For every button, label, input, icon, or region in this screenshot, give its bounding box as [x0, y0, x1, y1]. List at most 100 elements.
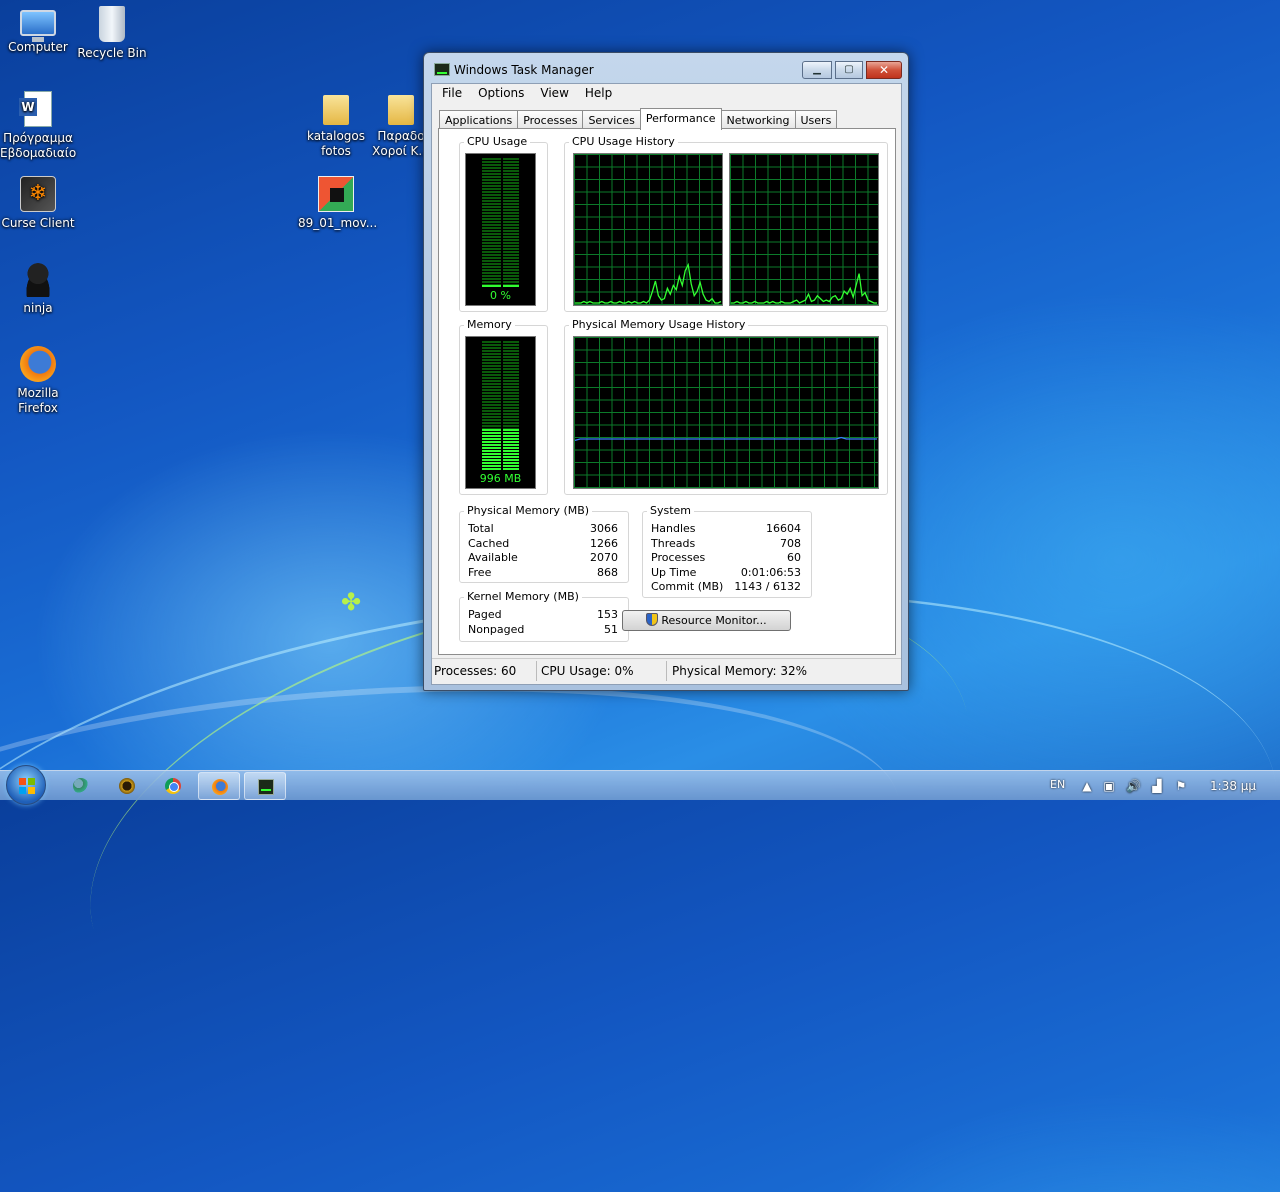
- desktop-icon-label: Curse Client: [1, 216, 75, 230]
- computer-icon: [20, 10, 56, 42]
- taskbar-app-people[interactable]: [60, 772, 102, 800]
- cpu-history-core1-graph: [573, 153, 723, 306]
- title-bar[interactable]: Windows Task Manager ▁ ▢ ✕: [424, 53, 908, 83]
- clock[interactable]: 1:38 μμ: [1210, 779, 1256, 793]
- cpu-history-core2-graph: [729, 153, 879, 306]
- status-divider: [536, 661, 537, 681]
- stat-value: 153: [597, 608, 618, 621]
- desktop-icon-label: 89_01_mov...: [298, 216, 378, 230]
- stat-row: Processes 60: [651, 551, 801, 565]
- tab-performance[interactable]: Performance: [639, 108, 722, 130]
- stat-row: Free 868: [468, 566, 618, 580]
- status-divider: [666, 661, 667, 681]
- windows-logo-icon: [19, 778, 35, 794]
- task-manager-window[interactable]: Windows Task Manager ▁ ▢ ✕ File Options …: [423, 52, 909, 691]
- memory-history-graph: [573, 336, 879, 489]
- stat-value: 868: [597, 566, 618, 579]
- tab-processes[interactable]: Processes: [517, 110, 584, 129]
- language-indicator[interactable]: EN: [1050, 778, 1065, 791]
- memory-history-svg: [574, 436, 877, 442]
- tab-users[interactable]: Users: [794, 110, 838, 129]
- cpu-usage-label: CPU Usage: [464, 135, 531, 149]
- wow-icon: [119, 778, 135, 794]
- desktop-icon-document[interactable]: Πρόγραμμα Εβδομαδιαίο: [0, 91, 76, 161]
- stat-key: Paged: [468, 608, 502, 621]
- stat-value: 0:01:06:53: [740, 566, 801, 579]
- performance-panel: CPU Usage 0 % CPU Usage History Memory 9…: [438, 128, 896, 655]
- desktop-icon-ninja[interactable]: ninja: [0, 261, 76, 316]
- ninja-icon: [20, 261, 56, 297]
- memory-meter-bars: [482, 341, 519, 471]
- chrome-icon: [165, 778, 181, 794]
- stat-row: Cached 1266: [468, 537, 618, 551]
- stat-value: 3066: [590, 522, 618, 535]
- memory-history-label: Physical Memory Usage History: [569, 318, 749, 332]
- desktop-icon-recycle-bin[interactable]: Recycle Bin: [74, 6, 150, 61]
- desktop-icon-curse-client[interactable]: Curse Client: [0, 176, 76, 231]
- volume-icon[interactable]: 🔊: [1126, 779, 1141, 793]
- memory-group: Memory 996 MB: [459, 318, 548, 495]
- desktop-icon-firefox[interactable]: Mozilla Firefox: [0, 346, 76, 416]
- task-manager-icon: [434, 63, 450, 76]
- desktop-icon-label: Πρόγραμμα Εβδομαδιαίο: [0, 131, 77, 160]
- task-manager-icon: [258, 779, 274, 795]
- resource-monitor-button[interactable]: Resource Monitor...: [622, 610, 791, 631]
- stat-key: Total: [468, 522, 494, 535]
- stat-key: Commit (MB): [651, 580, 724, 593]
- desktop-icon-computer[interactable]: Computer: [0, 6, 76, 55]
- cpu-meter-fill: [482, 285, 519, 287]
- memory-meter: 996 MB: [465, 336, 536, 489]
- stat-value: 51: [604, 623, 618, 636]
- status-bar: Processes: 60 CPU Usage: 0% Physical Mem…: [432, 658, 901, 684]
- taskbar-app-chrome[interactable]: [152, 772, 194, 800]
- recycle-bin-icon: [99, 6, 125, 42]
- close-button[interactable]: ✕: [866, 61, 902, 79]
- taskbar-app-firefox[interactable]: [198, 772, 240, 800]
- curse-client-icon: [20, 176, 56, 212]
- signal-icon[interactable]: ▟: [1150, 779, 1164, 793]
- memory-value: 996 MB: [479, 472, 522, 485]
- stat-row: Available 2070: [468, 551, 618, 565]
- tab-applications[interactable]: Applications: [439, 110, 519, 129]
- menu-bar: File Options View Help: [432, 84, 901, 104]
- stat-row: Total 3066: [468, 522, 618, 536]
- memory-history-line: [574, 436, 877, 442]
- firefox-icon: [20, 346, 56, 382]
- stat-key: Threads: [651, 537, 696, 550]
- kernel-memory-label: Kernel Memory (MB): [464, 590, 582, 604]
- desktop-icon-label: Computer: [8, 40, 68, 54]
- stat-key: Available: [468, 551, 518, 564]
- tab-services[interactable]: Services: [582, 110, 641, 129]
- cpu-usage-group: CPU Usage 0 %: [459, 135, 548, 312]
- action-center-flag-icon[interactable]: ⚑: [1174, 779, 1188, 793]
- desktop-icon-label: Mozilla Firefox: [17, 386, 59, 415]
- stat-row: Nonpaged 51: [468, 623, 618, 637]
- taskbar-app-task-manager[interactable]: [244, 772, 286, 800]
- menu-options[interactable]: Options: [470, 84, 532, 104]
- show-hidden-icons-icon[interactable]: ▲: [1080, 779, 1094, 793]
- desktop-icon-video[interactable]: 89_01_mov...: [298, 176, 378, 231]
- taskbar: EN ▲ ▣ 🔊 ▟ ⚑ 1:38 μμ: [0, 765, 1280, 805]
- stat-row: Handles 16604: [651, 522, 801, 536]
- network-monitor-icon[interactable]: ▣: [1102, 779, 1116, 793]
- stat-row: Up Time 0:01:06:53: [651, 566, 801, 580]
- window-title: Windows Task Manager: [454, 63, 594, 77]
- cpu-usage-meter: 0 %: [465, 153, 536, 306]
- menu-view[interactable]: View: [532, 84, 576, 104]
- maximize-button[interactable]: ▢: [835, 61, 863, 79]
- taskbar-app-wow[interactable]: [106, 772, 148, 800]
- menu-help[interactable]: Help: [577, 84, 620, 104]
- tab-strip: Applications Processes Services Performa…: [439, 108, 838, 130]
- status-processes: Processes: 60: [434, 664, 517, 678]
- start-button[interactable]: [6, 765, 46, 805]
- kernel-memory-group: Kernel Memory (MB) Paged 153 Nonpaged 51: [459, 590, 629, 642]
- desktop-icon-folder-katalogos[interactable]: katalogos fotos: [298, 91, 374, 159]
- cpu-history-group: CPU Usage History: [564, 135, 888, 312]
- minimize-button[interactable]: ▁: [802, 61, 832, 79]
- system-label: System: [647, 504, 695, 518]
- window-client-area: File Options View Help Applications Proc…: [431, 83, 902, 685]
- wallpaper-leaf-icon: ✤: [340, 588, 362, 616]
- stat-key: Free: [468, 566, 492, 579]
- menu-file[interactable]: File: [434, 84, 470, 104]
- tab-networking[interactable]: Networking: [720, 110, 796, 129]
